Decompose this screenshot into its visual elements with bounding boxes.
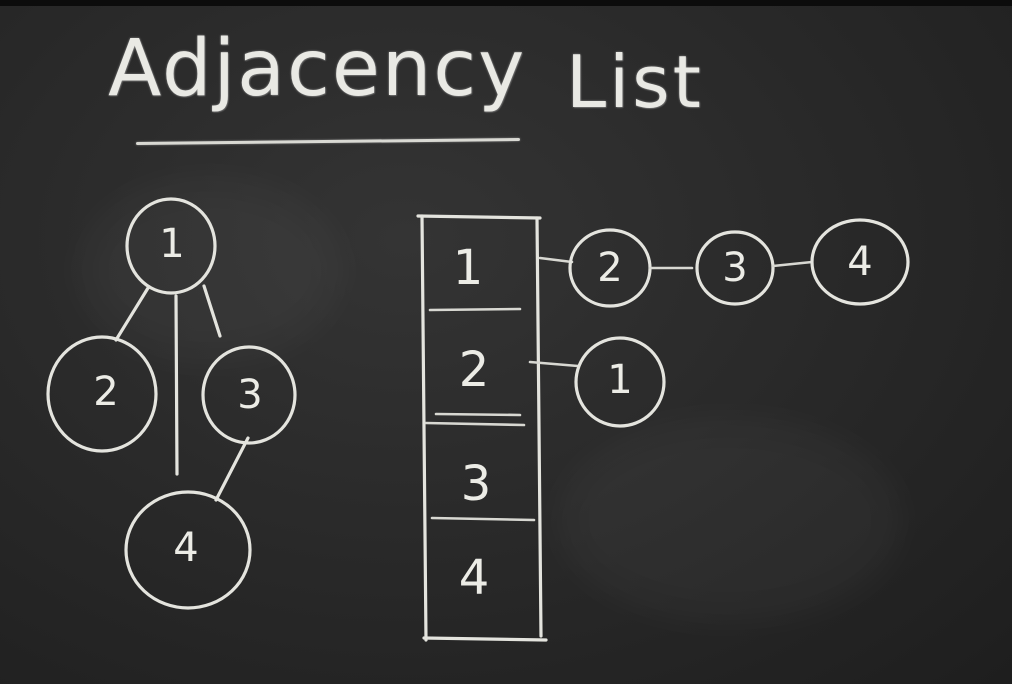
graph-edges	[114, 284, 250, 502]
array-slot-1: 1	[453, 240, 484, 296]
array-right-border	[535, 216, 543, 638]
array-divider	[434, 412, 522, 417]
array-slot-3: 3	[461, 456, 492, 512]
graph-node-1: 1	[125, 197, 217, 295]
list-link	[538, 256, 574, 264]
graph-node-2: 2	[46, 335, 158, 453]
list-slot-2: 1	[528, 336, 666, 428]
array-slot-2: 2	[459, 342, 490, 398]
list-slot-1-node-2: 2	[597, 245, 622, 291]
array-divider	[430, 516, 536, 522]
list-slot-1-node-3: 3	[722, 245, 747, 291]
list-slot-1-node-4: 4	[847, 239, 872, 285]
array-top-border	[416, 214, 542, 220]
array-left-border	[420, 214, 428, 642]
array-divider	[428, 307, 522, 312]
array-slot-4: 4	[459, 550, 490, 606]
graph-edge-1-2	[114, 286, 150, 342]
list-slot-2-node-1: 1	[607, 357, 632, 403]
graph-node-4-label: 4	[173, 525, 198, 571]
graph-node-4: 4	[124, 490, 252, 610]
list-link	[771, 260, 814, 268]
graph-edge-3-4	[214, 436, 250, 502]
graph-node-2-label: 2	[93, 369, 118, 415]
graph-node-3-label: 3	[237, 372, 262, 418]
array-divider	[424, 421, 526, 427]
adjacency-array: 1 2 3 4	[416, 214, 548, 642]
graph-edge-1-3	[202, 284, 222, 338]
chalkboard: Adjacency List 1 2 3 4 1 2 3 4 2 3 4 1	[0, 0, 1012, 684]
graph-edge-1-4	[174, 294, 179, 476]
adjacency-diagram: 1 2 3 4 1 2 3 4 2 3 4 1	[46, 197, 910, 642]
graph-node-1-label: 1	[159, 221, 184, 267]
graph-node-3: 3	[201, 345, 297, 445]
list-slot-1: 2 3 4	[538, 218, 910, 308]
array-bottom-border	[422, 636, 548, 642]
